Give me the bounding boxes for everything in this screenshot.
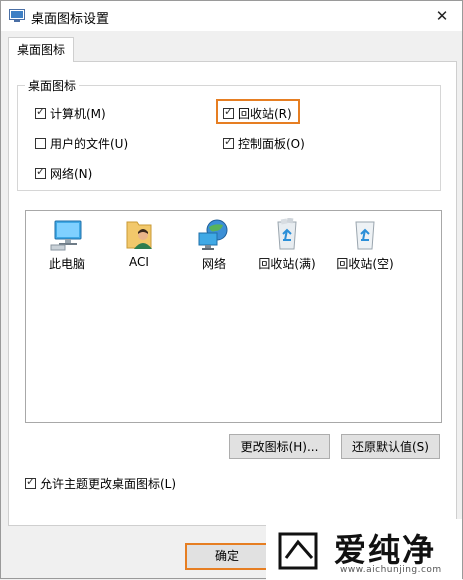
network-icon (179, 217, 249, 253)
checkbox-label: 用户的文件(U) (50, 137, 129, 151)
list-item-aci[interactable]: ACI (104, 217, 174, 269)
checkbox-recycle-bin[interactable]: ✓ 回收站(R) (223, 105, 292, 122)
group-title: 桌面图标 (25, 77, 80, 94)
checkbox-computer[interactable]: ✓ 计算机(M) (35, 105, 106, 122)
checkbox-network[interactable]: ✓ 网络(N) (35, 165, 92, 182)
check-mark-icon: ✓ (36, 105, 46, 118)
watermark: 爱纯净 www.aichunjing.com (266, 519, 462, 580)
icon-label: 此电脑 (48, 257, 85, 271)
recycle-bin-empty-icon (330, 217, 400, 253)
title-bar: 桌面图标设置 ✕ (1, 1, 462, 31)
window-icon (9, 9, 25, 22)
icon-list[interactable]: 此电脑 ACI 网络 回收站(满) 回收站(空) (25, 210, 442, 423)
checkbox-box[interactable]: ✓ (223, 135, 234, 149)
checkbox-control-panel[interactable]: ✓ 控制面板(O) (223, 135, 305, 152)
checkbox-allow-theme-change[interactable]: ✓ 允许主题更改桌面图标(L) (25, 475, 176, 492)
close-button[interactable]: ✕ (422, 1, 462, 31)
check-mark-icon: ✓ (36, 165, 46, 178)
icon-label: 回收站(满) (258, 257, 316, 271)
checkbox-label: 计算机(M) (50, 107, 106, 121)
list-item-network[interactable]: 网络 (179, 217, 249, 272)
computer-icon (32, 217, 102, 253)
list-item-recycle-bin-empty[interactable]: 回收站(空) (330, 217, 400, 272)
check-mark-icon: ✓ (224, 105, 234, 118)
checkbox-user-files[interactable]: 用户的文件(U) (35, 135, 128, 152)
window-title: 桌面图标设置 (31, 12, 110, 27)
user-folder-icon (104, 217, 174, 253)
icon-label: ACI (129, 255, 149, 269)
recycle-bin-full-icon (252, 217, 322, 253)
list-item-recycle-bin-full[interactable]: 回收站(满) (252, 217, 322, 272)
checkbox-label: 回收站(R) (238, 107, 292, 121)
checkbox-box[interactable]: ✓ (35, 165, 46, 179)
icon-label: 回收站(空) (336, 257, 394, 271)
checkbox-label: 允许主题更改桌面图标(L) (40, 477, 177, 491)
list-item-this-pc[interactable]: 此电脑 (32, 217, 102, 272)
desktop-icon-settings-window: 桌面图标设置 ✕ 桌面图标 桌面图标 ✓ 计算机(M) ✓ 回收站(R) 用户的… (0, 0, 463, 580)
check-mark-icon: ✓ (26, 475, 36, 488)
checkbox-box[interactable]: ✓ (223, 105, 234, 119)
restore-default-button[interactable]: 还原默认值(S) (341, 434, 440, 459)
checkbox-box[interactable] (35, 138, 46, 149)
watermark-url: www.aichunjing.com (340, 565, 442, 575)
change-icon-button[interactable]: 更改图标(H)... (229, 434, 330, 459)
checkbox-box[interactable]: ✓ (25, 475, 36, 489)
checkbox-label: 控制面板(O) (238, 137, 305, 151)
watermark-logo-icon (276, 528, 322, 574)
check-mark-icon: ✓ (224, 135, 234, 148)
icon-label: 网络 (201, 257, 226, 271)
checkbox-box[interactable]: ✓ (35, 105, 46, 119)
ok-button[interactable]: 确定 (185, 543, 269, 570)
tab-desktop-icons[interactable]: 桌面图标 (8, 37, 74, 62)
checkbox-label: 网络(N) (50, 167, 93, 181)
